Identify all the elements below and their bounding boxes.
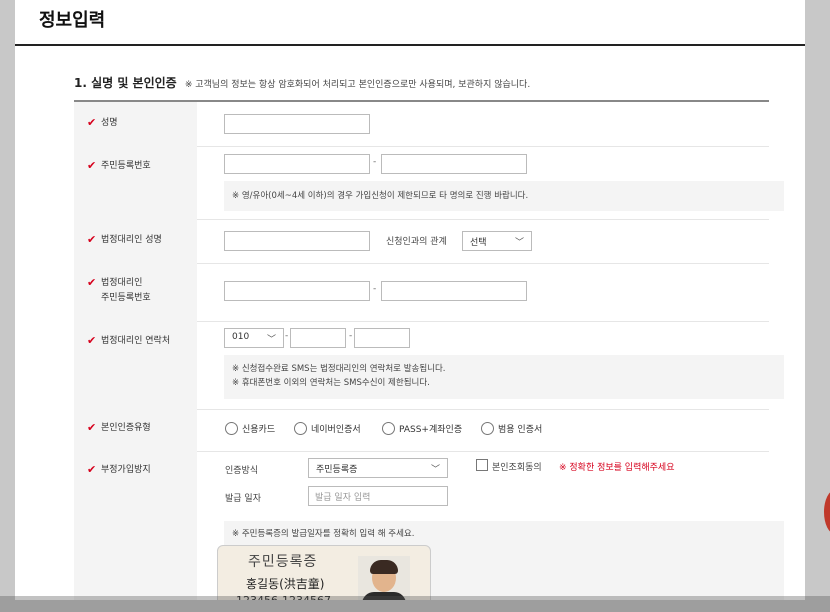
photo-hair bbox=[370, 560, 398, 574]
required-check-icon: ✔ bbox=[87, 463, 97, 476]
issue-date-placeholder: 발급 일자 입력 bbox=[315, 493, 371, 503]
label-cell: ✔ 부정가입방지 bbox=[74, 451, 197, 600]
name-label: 성명 bbox=[101, 118, 118, 128]
rrn-back-input[interactable] bbox=[381, 154, 527, 174]
row-rrn: ✔ 주민등록번호 - ※ 영/유아(0세~4세 이하)의 경우 가입신청이 제한… bbox=[74, 146, 784, 220]
label-cell: ✔ 본인인증유형 bbox=[74, 409, 197, 451]
contact-note-line-1: ※ 신청접수완료 SMS는 법정대리인의 연락처로 발송됩니다. bbox=[232, 364, 446, 374]
label-cell: ✔ 법정대리인 성명 bbox=[74, 219, 197, 263]
floating-side-button[interactable] bbox=[824, 490, 830, 534]
contact-note: ※ 신청접수완료 SMS는 법정대리인의 연락처로 발송됩니다. ※ 휴대폰번호… bbox=[224, 355, 784, 399]
page-title: 정보입력 bbox=[39, 10, 106, 31]
radio-circle[interactable] bbox=[382, 422, 395, 435]
contact-note-line-2: ※ 휴대폰번호 이외의 연락처는 SMS수신이 제한됩니다. bbox=[232, 378, 430, 388]
section-title: 1. 실명 및 본인인증 bbox=[74, 76, 177, 90]
rrn-front-input[interactable] bbox=[224, 154, 370, 174]
row-guardian-contact: ✔ 법정대리인 연락처 010 ﹀ - - ※ 신청접수완료 SMS는 법정대리… bbox=[74, 321, 784, 410]
guardian-rrn-dash: - bbox=[373, 284, 377, 294]
radio-label: 네이버인증서 bbox=[311, 425, 361, 435]
rrn-dash: - bbox=[373, 157, 377, 167]
row-auth-type: ✔ 본인인증유형 신용카드 네이버인증서 PASS+계좌인증 범용 인증서 bbox=[74, 409, 769, 452]
required-check-icon: ✔ bbox=[87, 276, 97, 289]
required-check-icon: ✔ bbox=[87, 116, 97, 129]
guardian-contact-label: 법정대리인 연락처 bbox=[101, 336, 171, 346]
consent-label: 본인조회동의 bbox=[492, 463, 542, 473]
required-check-icon: ✔ bbox=[87, 421, 97, 434]
relation-select[interactable]: 선택 ﹀ bbox=[462, 231, 532, 251]
id-card-title: 주민등록증 bbox=[248, 554, 318, 570]
radio-label: PASS+계좌인증 bbox=[399, 425, 463, 435]
radio-circle[interactable] bbox=[225, 422, 238, 435]
guardian-rrn-back-input[interactable] bbox=[381, 281, 527, 301]
id-card-photo bbox=[358, 556, 410, 600]
phone-prefix-select[interactable]: 010 ﹀ bbox=[224, 328, 284, 348]
row-guardian-name: ✔ 법정대리인 성명 신청인과의 관계 선택 ﹀ bbox=[74, 219, 769, 264]
page-container: 정보입력 1. 실명 및 본인인증 ※ 고객님의 정보는 항상 암호화되어 처리… bbox=[15, 0, 805, 600]
phone-middle-input[interactable] bbox=[290, 328, 346, 348]
phone-prefix-value: 010 bbox=[232, 332, 250, 342]
privacy-note: ※ 고객님의 정보는 항상 암호화되어 처리되고 본인인증으로만 사용되며, 보… bbox=[184, 80, 531, 90]
required-check-icon: ✔ bbox=[87, 159, 97, 172]
bottom-scroll-bar bbox=[0, 596, 830, 612]
relation-label: 신청인과의 관계 bbox=[386, 237, 447, 247]
issue-date-label: 발급 일자 bbox=[225, 494, 261, 504]
method-select[interactable]: 주민등록증 ﹀ bbox=[308, 458, 448, 478]
guardian-rrn-front-input[interactable] bbox=[224, 281, 370, 301]
radio-circle[interactable] bbox=[481, 422, 494, 435]
guardian-rrn-label: 법정대리인 주민등록번호 bbox=[101, 278, 151, 303]
issue-date-input[interactable]: 발급 일자 입력 bbox=[308, 486, 448, 506]
radio-circle[interactable] bbox=[294, 422, 307, 435]
consent-checkbox[interactable] bbox=[476, 459, 488, 471]
guardian-name-input[interactable] bbox=[224, 231, 370, 251]
auth-type-label: 본인인증유형 bbox=[101, 423, 151, 433]
rrn-note: ※ 영/유아(0세~4세 이하)의 경우 가입신청이 제한되므로 타 명의로 진… bbox=[224, 181, 784, 211]
rrn-label: 주민등록번호 bbox=[101, 161, 151, 171]
row-name: ✔ 성명 bbox=[74, 102, 769, 147]
id-card-name: 홍길동(洪吉童) bbox=[246, 577, 325, 591]
required-check-icon: ✔ bbox=[87, 334, 97, 347]
phone-dash-1: - bbox=[285, 331, 289, 341]
label-cell: ✔ 법정대리인 연락처 bbox=[74, 321, 197, 409]
guardian-name-label: 법정대리인 성명 bbox=[101, 235, 162, 245]
id-card-example: 주민등록증 홍길동(洪吉童) 123456-1234567 bbox=[217, 545, 431, 600]
page-header: 정보입력 bbox=[15, 0, 805, 46]
issue-date-help-text: ※ 주민등록증의 발급일자를 정확히 입력 해 주세요. bbox=[232, 529, 415, 539]
phone-dash-2: - bbox=[349, 331, 353, 341]
method-value: 주민등록증 bbox=[316, 465, 358, 475]
fraud-label: 부정가입방지 bbox=[101, 465, 151, 475]
required-check-icon: ✔ bbox=[87, 233, 97, 246]
chevron-down-icon: ﹀ bbox=[514, 238, 524, 248]
identity-form: ✔ 성명 ✔ 주민등록번호 - ※ 영/유아(0세~4세 이하)의 경우 가입신… bbox=[74, 100, 784, 600]
row-guardian-rrn: ✔ 법정대리인 주민등록번호 - bbox=[74, 263, 769, 322]
label-cell: ✔ 법정대리인 주민등록번호 bbox=[74, 263, 197, 321]
phone-last-input[interactable] bbox=[354, 328, 410, 348]
method-label: 인증방식 bbox=[225, 466, 259, 476]
chevron-down-icon: ﹀ bbox=[266, 335, 276, 345]
radio-label: 범용 인증서 bbox=[498, 425, 543, 435]
label-cell: ✔ 주민등록번호 bbox=[74, 146, 197, 219]
chevron-down-icon: ﹀ bbox=[430, 465, 440, 475]
label-cell: ✔ 성명 bbox=[74, 102, 197, 146]
relation-value: 선택 bbox=[470, 238, 487, 248]
name-input[interactable] bbox=[224, 114, 370, 134]
section-header: 1. 실명 및 본인인증 ※ 고객님의 정보는 항상 암호화되어 처리되고 본인… bbox=[74, 72, 530, 91]
warning-text: ※ 정확한 정보를 입력해주세요 bbox=[559, 463, 675, 473]
radio-label: 신용카드 bbox=[242, 425, 276, 435]
